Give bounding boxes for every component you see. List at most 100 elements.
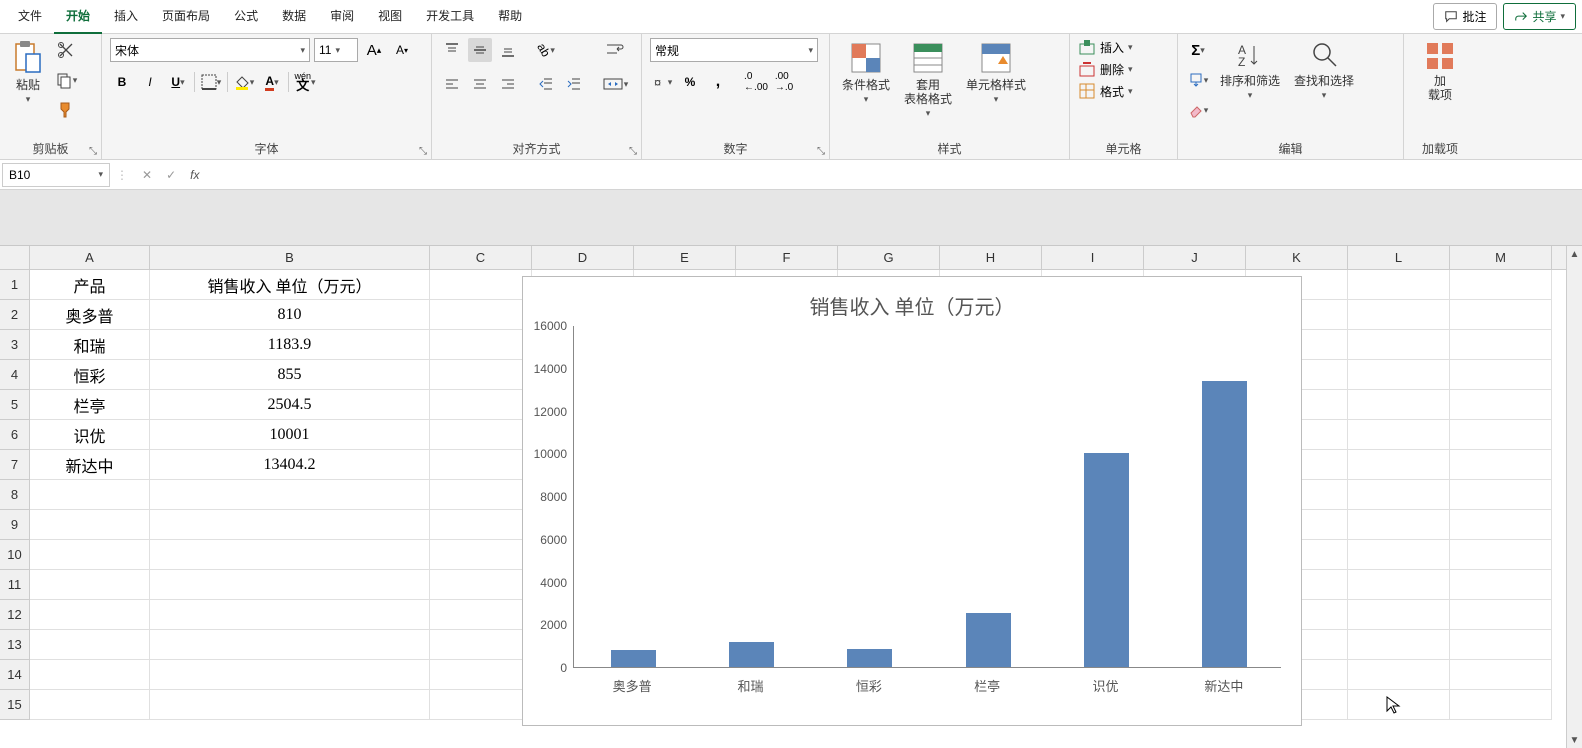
dialog-launcher-icon[interactable]: ⤡ bbox=[89, 146, 97, 157]
cell-B12[interactable] bbox=[150, 600, 430, 630]
cell-B8[interactable] bbox=[150, 480, 430, 510]
find-select-button[interactable]: 查找和选择▾ bbox=[1290, 38, 1358, 103]
row-header-9[interactable]: 9 bbox=[0, 510, 29, 540]
cell-B4[interactable]: 855 bbox=[150, 360, 430, 390]
cell-L8[interactable] bbox=[1348, 480, 1450, 510]
embedded-chart[interactable]: 销售收入 单位（万元） 0200040006000800010000120001… bbox=[522, 276, 1302, 726]
row-header-10[interactable]: 10 bbox=[0, 540, 29, 570]
chart-bar-3[interactable] bbox=[966, 613, 1011, 667]
cell-M11[interactable] bbox=[1450, 570, 1552, 600]
font-name-select[interactable]: 宋体▾ bbox=[110, 38, 310, 62]
chart-bar-4[interactable] bbox=[1084, 453, 1129, 667]
cell-C10[interactable] bbox=[430, 540, 532, 570]
cell-C14[interactable] bbox=[430, 660, 532, 690]
cell-styles-button[interactable]: 单元格样式▾ bbox=[962, 38, 1030, 107]
cell-A8[interactable] bbox=[30, 480, 150, 510]
cell-A1[interactable]: 产品 bbox=[30, 270, 150, 300]
col-header-F[interactable]: F bbox=[736, 246, 838, 269]
cell-M15[interactable] bbox=[1450, 690, 1552, 720]
cell-M13[interactable] bbox=[1450, 630, 1552, 660]
align-bottom-button[interactable] bbox=[496, 38, 520, 62]
currency-button[interactable]: ¤▾ bbox=[650, 70, 674, 94]
col-header-I[interactable]: I bbox=[1042, 246, 1144, 269]
paste-button[interactable]: 粘贴 ▾ bbox=[8, 38, 48, 107]
col-header-D[interactable]: D bbox=[532, 246, 634, 269]
font-size-select[interactable]: 11▾ bbox=[314, 38, 358, 62]
cell-L14[interactable] bbox=[1348, 660, 1450, 690]
cell-C8[interactable] bbox=[430, 480, 532, 510]
chart-bar-0[interactable] bbox=[611, 650, 656, 667]
italic-button[interactable]: I bbox=[138, 70, 162, 94]
col-header-L[interactable]: L bbox=[1348, 246, 1450, 269]
cell-A13[interactable] bbox=[30, 630, 150, 660]
cell-B9[interactable] bbox=[150, 510, 430, 540]
row-header-8[interactable]: 8 bbox=[0, 480, 29, 510]
col-header-C[interactable]: C bbox=[430, 246, 532, 269]
row-header-5[interactable]: 5 bbox=[0, 390, 29, 420]
cell-A11[interactable] bbox=[30, 570, 150, 600]
cell-B13[interactable] bbox=[150, 630, 430, 660]
cell-A2[interactable]: 奥多普 bbox=[30, 300, 150, 330]
cell-L1[interactable] bbox=[1348, 270, 1450, 300]
increase-indent-button[interactable] bbox=[562, 72, 586, 96]
cell-B1[interactable]: 销售收入 单位（万元） bbox=[150, 270, 430, 300]
cell-L3[interactable] bbox=[1348, 330, 1450, 360]
fill-color-button[interactable]: ▾ bbox=[232, 70, 256, 94]
row-header-6[interactable]: 6 bbox=[0, 420, 29, 450]
cell-B2[interactable]: 810 bbox=[150, 300, 430, 330]
cell-M14[interactable] bbox=[1450, 660, 1552, 690]
col-header-B[interactable]: B bbox=[150, 246, 430, 269]
cell-C4[interactable] bbox=[430, 360, 532, 390]
cell-M9[interactable] bbox=[1450, 510, 1552, 540]
increase-decimal-button[interactable]: .0←.00 bbox=[744, 70, 768, 94]
dialog-launcher-icon[interactable]: ⤡ bbox=[817, 146, 825, 157]
cell-C15[interactable] bbox=[430, 690, 532, 720]
chart-bar-2[interactable] bbox=[847, 649, 892, 667]
cell-C5[interactable] bbox=[430, 390, 532, 420]
delete-cells-button[interactable]: 删除▾ bbox=[1078, 60, 1169, 78]
cell-M6[interactable] bbox=[1450, 420, 1552, 450]
merge-button[interactable]: ▾ bbox=[598, 72, 632, 96]
underline-button[interactable]: U▾ bbox=[166, 70, 190, 94]
cell-M5[interactable] bbox=[1450, 390, 1552, 420]
cell-B15[interactable] bbox=[150, 690, 430, 720]
chart-bar-1[interactable] bbox=[729, 642, 774, 667]
cell-C6[interactable] bbox=[430, 420, 532, 450]
cell-A10[interactable] bbox=[30, 540, 150, 570]
align-middle-button[interactable] bbox=[468, 38, 492, 62]
row-header-4[interactable]: 4 bbox=[0, 360, 29, 390]
menu-item-4[interactable]: 公式 bbox=[222, 0, 270, 34]
number-format-select[interactable]: 常规▾ bbox=[650, 38, 818, 62]
row-header-2[interactable]: 2 bbox=[0, 300, 29, 330]
cell-L11[interactable] bbox=[1348, 570, 1450, 600]
cell-L12[interactable] bbox=[1348, 600, 1450, 630]
cancel-formula-button[interactable]: ✕ bbox=[142, 168, 152, 182]
cell-C13[interactable] bbox=[430, 630, 532, 660]
conditional-format-button[interactable]: 条件格式▾ bbox=[838, 38, 894, 107]
spreadsheet-grid[interactable]: ABCDEFGHIJKLM 123456789101112131415 产品销售… bbox=[0, 246, 1582, 748]
cell-B14[interactable] bbox=[150, 660, 430, 690]
table-format-button[interactable]: 套用 表格格式▾ bbox=[900, 38, 956, 121]
decrease-decimal-button[interactable]: .00→.0 bbox=[772, 70, 796, 94]
cell-L2[interactable] bbox=[1348, 300, 1450, 330]
column-headers[interactable]: ABCDEFGHIJKLM bbox=[30, 246, 1566, 270]
fill-button[interactable]: ▾ bbox=[1186, 68, 1210, 92]
row-header-3[interactable]: 3 bbox=[0, 330, 29, 360]
menu-item-0[interactable]: 文件 bbox=[6, 0, 54, 34]
cell-C11[interactable] bbox=[430, 570, 532, 600]
menu-item-2[interactable]: 插入 bbox=[102, 0, 150, 34]
cell-M12[interactable] bbox=[1450, 600, 1552, 630]
menu-item-5[interactable]: 数据 bbox=[270, 0, 318, 34]
name-box[interactable]: B10 ▾ bbox=[2, 163, 110, 187]
cell-B3[interactable]: 1183.9 bbox=[150, 330, 430, 360]
cell-A4[interactable]: 恒彩 bbox=[30, 360, 150, 390]
addins-button[interactable]: 加 载项 bbox=[1412, 38, 1468, 104]
col-header-A[interactable]: A bbox=[30, 246, 150, 269]
insert-cells-button[interactable]: 插入▾ bbox=[1078, 38, 1169, 56]
row-headers[interactable]: 123456789101112131415 bbox=[0, 270, 30, 720]
cell-C3[interactable] bbox=[430, 330, 532, 360]
select-all-corner[interactable] bbox=[0, 246, 30, 270]
menu-item-9[interactable]: 帮助 bbox=[486, 0, 534, 34]
dialog-launcher-icon[interactable]: ⤡ bbox=[629, 146, 637, 157]
chart-bar-5[interactable] bbox=[1202, 381, 1247, 668]
